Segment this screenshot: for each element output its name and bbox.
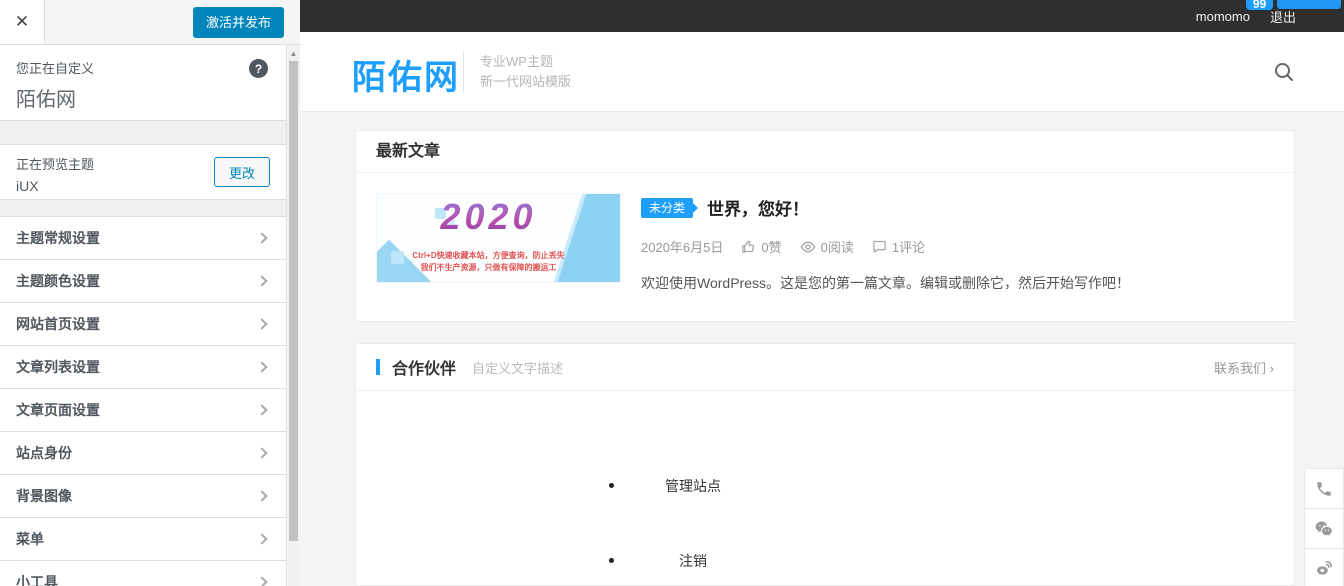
thumb-caption-line2: 我们不生产资源，只做有保障的搬运工 <box>377 262 600 273</box>
post-likes[interactable]: 0赞 <box>741 237 781 256</box>
partners-body: 管理站点 注销 项目feed <box>356 391 1294 586</box>
customizing-site-title: 陌佑网 <box>16 83 270 112</box>
scrollbar-up-arrow[interactable]: ▲ <box>287 47 300 61</box>
chevron-right-icon <box>256 232 267 243</box>
chevron-right-icon <box>256 576 267 586</box>
previewing-theme-panel: 正在预览主题 iUX 更改 <box>0 145 286 200</box>
change-theme-button[interactable]: 更改 <box>214 157 270 187</box>
post-comments-text: 1评论 <box>892 237 925 256</box>
customizer-menu: 主题常规设置 主题颜色设置 网站首页设置 文章列表设置 文章页面设置 站点身份 <box>0 217 286 586</box>
activate-publish-button[interactable]: 激活并发布 <box>193 7 284 38</box>
menu-item-theme-general[interactable]: 主题常规设置 <box>0 217 286 260</box>
menu-item-widgets[interactable]: 小工具 <box>0 561 286 586</box>
post-date-text: 2020年6月5日 <box>641 237 723 256</box>
thumb-caption-line1: Ctrl+D快速收藏本站，方便查询，防止丢失 <box>377 250 600 261</box>
chevron-right-icon <box>256 275 267 286</box>
latest-posts-card: 最新文章 2020 Ctrl+D快速收藏本站，方便查询，防止丢失 我们不生产资源… <box>355 130 1295 322</box>
partners-card: 合作伙伴 自定义文字描述 联系我们 › 管理站点 注销 项目feed <box>355 343 1295 586</box>
post-title[interactable]: 世界，您好！ <box>707 195 809 220</box>
contact-us-link[interactable]: 联系我们 › <box>1214 358 1274 377</box>
menu-item-homepage-settings[interactable]: 网站首页设置 <box>0 303 286 346</box>
section-accent-bar <box>376 359 380 375</box>
site-header: 陌佑网 专业WP主题 新一代网站模版 <box>300 32 1344 112</box>
phone-icon <box>1315 480 1333 498</box>
thumb-year-text: 2020 <box>377 196 600 238</box>
weibo-button[interactable] <box>1304 548 1344 586</box>
customizer-sidebar: ✕ 激活并发布 您正在自定义 陌佑网 ? 正在预览主题 iUX 更改 主题常规设… <box>0 0 300 586</box>
search-icon[interactable] <box>1272 60 1296 84</box>
post-body: 未分类 世界，您好！ 2020年6月5日 0赞 <box>641 193 1274 293</box>
weibo-icon <box>1314 558 1334 578</box>
menu-item-label: 背景图像 <box>16 486 72 506</box>
menu-item-label: 站点身份 <box>16 443 72 463</box>
site-logo[interactable]: 陌佑网 <box>352 50 460 99</box>
menu-item-label: 菜单 <box>16 529 44 549</box>
post-item: 2020 Ctrl+D快速收藏本站，方便查询，防止丢失 我们不生产资源，只做有保… <box>356 173 1294 313</box>
menu-item-theme-colors[interactable]: 主题颜色设置 <box>0 260 286 303</box>
customizer-topbar: ✕ 激活并发布 <box>0 0 300 45</box>
post-likes-text: 0赞 <box>761 237 781 256</box>
category-badge[interactable]: 未分类 <box>641 198 693 218</box>
help-icon[interactable]: ? <box>249 59 268 78</box>
menu-item-post-page-settings[interactable]: 文章页面设置 <box>0 389 286 432</box>
floating-contact-bar <box>1304 468 1344 586</box>
chevron-right-icon <box>256 318 267 329</box>
site-preview: momomo 退出 99 陌佑网 专业WP主题 新一代网站模版 最新文章 <box>300 0 1344 586</box>
menu-item-menus[interactable]: 菜单 <box>0 518 286 561</box>
tagline-line2: 新一代网站模版 <box>480 72 571 92</box>
wechat-button[interactable] <box>1304 508 1344 548</box>
screen: ✕ 激活并发布 您正在自定义 陌佑网 ? 正在预览主题 iUX 更改 主题常规设… <box>0 0 1344 586</box>
scrollbar-thumb[interactable] <box>289 61 298 541</box>
partners-title: 合作伙伴 <box>392 355 456 379</box>
admin-username[interactable]: momomo <box>1196 9 1250 24</box>
chevron-right-icon <box>256 361 267 372</box>
close-customizer-button[interactable]: ✕ <box>0 0 45 44</box>
notification-badge[interactable]: 99 <box>1246 0 1273 10</box>
panel-divider <box>0 200 286 217</box>
menu-item-label: 网站首页设置 <box>16 314 100 334</box>
partners-subtitle: 自定义文字描述 <box>472 358 563 377</box>
meta-link-logout[interactable]: 注销 <box>601 551 785 571</box>
wechat-icon <box>1314 519 1334 539</box>
sidebar-scrollbar[interactable]: ▲ <box>286 45 300 586</box>
post-thumbnail[interactable]: 2020 Ctrl+D快速收藏本站，方便查询，防止丢失 我们不生产资源，只做有保… <box>376 193 621 283</box>
menu-item-label: 文章页面设置 <box>16 400 100 420</box>
chevron-right-icon <box>256 404 267 415</box>
menu-item-site-identity[interactable]: 站点身份 <box>0 432 286 475</box>
menu-item-label: 主题颜色设置 <box>16 271 100 291</box>
post-meta: 2020年6月5日 0赞 0阅读 <box>641 237 1274 256</box>
site-tagline: 专业WP主题 新一代网站模版 <box>480 52 571 92</box>
partners-header: 合作伙伴 自定义文字描述 联系我们 › <box>356 344 1294 391</box>
chevron-right-icon <box>256 490 267 501</box>
eye-icon <box>800 239 816 255</box>
post-views-text: 0阅读 <box>821 237 854 256</box>
post-views: 0阅读 <box>800 237 854 256</box>
thumbs-up-icon <box>741 239 756 254</box>
menu-item-label: 文章列表设置 <box>16 357 100 377</box>
chevron-right-icon <box>256 533 267 544</box>
phone-button[interactable] <box>1304 468 1344 508</box>
menu-item-post-list-settings[interactable]: 文章列表设置 <box>0 346 286 389</box>
post-excerpt: 欢迎使用WordPress。这是您的第一篇文章。编辑或删除它，然后开始写作吧！ <box>641 273 1274 293</box>
post-comments[interactable]: 1评论 <box>872 237 925 256</box>
logo-divider <box>463 52 464 92</box>
post-title-row: 未分类 世界，您好！ <box>641 195 1274 220</box>
chevron-right-icon <box>256 447 267 458</box>
menu-item-label: 小工具 <box>16 572 58 586</box>
customizing-panel: 您正在自定义 陌佑网 ? <box>0 45 286 121</box>
post-date: 2020年6月5日 <box>641 237 723 256</box>
panel-divider <box>0 121 286 145</box>
menu-item-label: 主题常规设置 <box>16 228 100 248</box>
wp-admin-bar: momomo 退出 99 <box>300 0 1344 32</box>
meta-link-site-admin[interactable]: 管理站点 <box>601 476 785 496</box>
clipped-blue-button[interactable] <box>1277 0 1341 9</box>
latest-posts-title: 最新文章 <box>356 131 1294 173</box>
menu-item-background-image[interactable]: 背景图像 <box>0 475 286 518</box>
logout-link[interactable]: 退出 <box>1270 7 1296 26</box>
comment-icon <box>872 239 887 254</box>
customizing-label: 您正在自定义 <box>16 58 270 77</box>
tagline-line1: 专业WP主题 <box>480 52 571 72</box>
